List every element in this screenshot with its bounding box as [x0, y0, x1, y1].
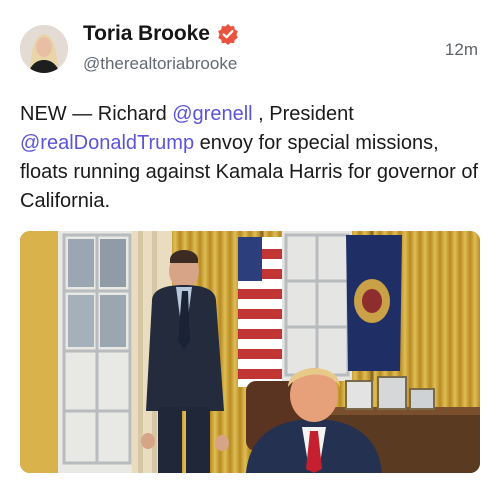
mention-link-realdonaldtrump[interactable]: @realDonaldTrump — [20, 132, 194, 154]
post-text-segment: , President — [252, 103, 354, 125]
mention-link-grenell[interactable]: @grenell — [172, 103, 252, 125]
author-avatar[interactable] — [20, 25, 68, 73]
author-display-name[interactable]: Toria Brooke — [83, 22, 210, 46]
post-text-segment: NEW — Richard — [20, 103, 173, 125]
post-media-image[interactable] — [20, 231, 480, 473]
post-card[interactable]: Toria Brooke @therealtoriabrooke 12m NEW… — [0, 0, 500, 489]
verified-badge-icon — [217, 23, 239, 45]
post-timestamp[interactable]: 12m — [445, 40, 478, 60]
post-text: NEW — Richard @grenell , President @real… — [20, 100, 482, 216]
author-handle[interactable]: @therealtoriabrooke — [83, 54, 237, 74]
